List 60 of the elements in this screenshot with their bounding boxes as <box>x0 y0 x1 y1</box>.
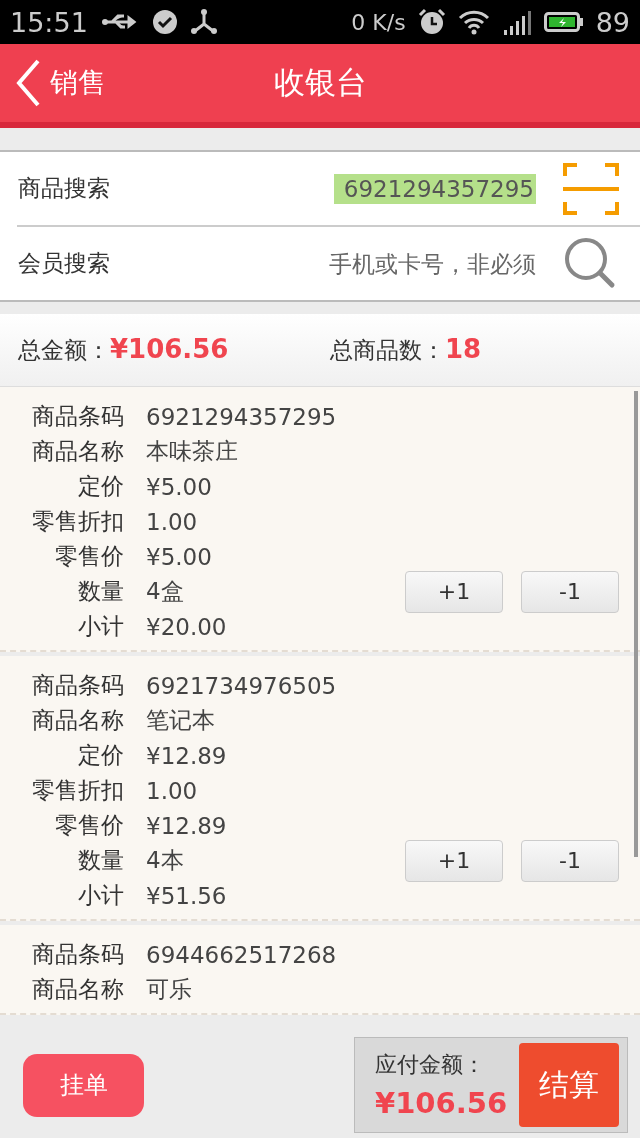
status-time: 15:51 <box>10 6 88 38</box>
field-value: ¥5.00 <box>146 473 212 500</box>
alarm-icon <box>417 8 446 36</box>
back-button[interactable]: 销售 <box>0 58 106 108</box>
search-label: 商品搜索 <box>18 174 110 203</box>
page-title: 收银台 <box>273 63 367 102</box>
quantity-button[interactable]: -1 <box>521 570 619 613</box>
field-label: 商品条码 <box>31 940 124 969</box>
field-label: 商品名称 <box>31 975 124 1004</box>
field-value: ¥51.56 <box>146 882 227 909</box>
checkout-button[interactable]: 结算 <box>519 1043 619 1127</box>
field-value: 笔记本 <box>146 706 215 735</box>
search-field[interactable]: 手机或卡号，非必须 <box>110 250 536 277</box>
share-icon <box>189 9 218 35</box>
field-value: 4盒 <box>146 577 184 606</box>
field-value: ¥5.00 <box>146 543 212 570</box>
field-value: ¥12.89 <box>146 812 227 839</box>
signal-icon <box>501 8 532 36</box>
quantity-button[interactable]: +1 <box>405 839 503 882</box>
field-label: 定价 <box>77 472 124 501</box>
field-label: 零售价 <box>54 811 124 840</box>
field-value: 1.00 <box>146 508 198 535</box>
field-label: 商品名称 <box>31 437 124 466</box>
field-label: 商品名称 <box>31 706 124 735</box>
battery-icon <box>543 10 584 34</box>
field-value: 本味茶庄 <box>146 437 238 466</box>
field-value: ¥20.00 <box>146 613 227 640</box>
search-field[interactable]: 6921294357295 <box>333 173 536 204</box>
field-value: 6921734976505 <box>146 672 337 699</box>
field-label: 零售价 <box>54 542 124 571</box>
amount-due-label: 应付金额： <box>375 1051 486 1079</box>
scan-icon[interactable] <box>562 161 620 216</box>
total-amount-label: 总金额： <box>18 336 110 365</box>
total-count: 18 <box>445 334 482 364</box>
quantity-button[interactable]: -1 <box>521 839 619 882</box>
amount-due: ¥106.56 <box>375 1086 508 1120</box>
field-label: 商品条码 <box>31 671 124 700</box>
quantity-button[interactable]: +1 <box>405 570 503 613</box>
total-amount: ¥106.56 <box>110 334 229 364</box>
battery-percent: 89 <box>595 6 630 38</box>
network-speed: 0 K/s <box>351 9 406 35</box>
field-label: 零售折扣 <box>31 776 124 805</box>
field-label: 定价 <box>77 741 124 770</box>
field-label: 商品条码 <box>31 402 124 431</box>
search-label: 会员搜索 <box>18 249 110 278</box>
field-value: 4本 <box>146 846 184 875</box>
field-label: 小计 <box>77 881 124 910</box>
chevron-left-icon <box>14 58 42 108</box>
check-icon <box>151 9 178 35</box>
wifi-icon <box>457 9 490 35</box>
field-value: 6944662517268 <box>146 941 337 968</box>
field-label: 数量 <box>77 846 124 875</box>
field-value: 1.00 <box>146 777 198 804</box>
field-label: 小计 <box>77 612 124 641</box>
field-label: 数量 <box>77 577 124 606</box>
total-count-label: 总商品数： <box>330 336 445 365</box>
field-value: 6921294357295 <box>146 403 337 430</box>
field-value: 可乐 <box>146 975 192 1004</box>
field-value: ¥12.89 <box>146 742 227 769</box>
field-label: 零售折扣 <box>31 507 124 536</box>
